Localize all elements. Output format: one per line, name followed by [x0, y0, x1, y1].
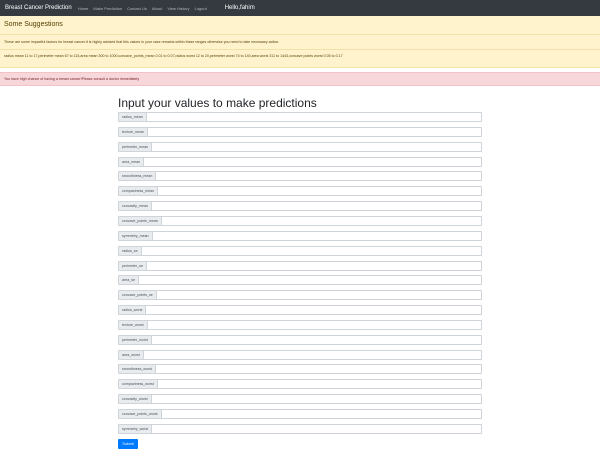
field-label: symmetry_worst — [118, 423, 153, 434]
suggestions-title: Some Suggestions — [4, 21, 63, 28]
field-concave-points-mean: concave_points_mean — [118, 215, 482, 226]
smoothness-worst-input[interactable] — [155, 364, 482, 375]
field-label: area_mean — [118, 156, 145, 167]
field-label: texture_worst — [118, 319, 148, 330]
texture-worst-input[interactable] — [147, 319, 482, 330]
symmetry-worst-input[interactable] — [152, 423, 482, 434]
concavity-worst-input[interactable] — [151, 394, 482, 405]
radius-mean-input[interactable] — [146, 112, 482, 122]
field-label: smoothness_worst — [118, 364, 156, 375]
form-title: Input your values to make predictions — [118, 96, 317, 110]
field-label: area_se — [118, 275, 139, 286]
field-radius-mean: radius_mean — [118, 112, 482, 122]
nav-about[interactable]: About — [152, 6, 162, 11]
field-concave-points-se: concave_points_se — [118, 290, 482, 301]
field-concavity-mean: concavity_mean — [118, 201, 482, 212]
field-compactness-mean: compactness_mean — [118, 186, 482, 197]
compactness-mean-input[interactable] — [158, 186, 482, 197]
field-radius-se: radius_se — [118, 245, 482, 256]
submit-button[interactable]: Submit — [118, 439, 138, 449]
field-perimeter-worst: perimeter_worst — [118, 334, 482, 345]
user-greeting: Hello,fahim — [224, 5, 255, 11]
radius-se-input[interactable] — [141, 245, 482, 256]
field-label: compactness_mean — [118, 186, 159, 197]
area-worst-input[interactable] — [143, 349, 482, 360]
nav-home[interactable]: Home — [78, 6, 89, 11]
field-texture-worst: texture_worst — [118, 319, 482, 330]
field-label: texture_mean — [118, 126, 148, 137]
smoothness-mean-input[interactable] — [156, 171, 482, 182]
radius-worst-input[interactable] — [146, 305, 482, 316]
divider — [0, 34, 600, 35]
suggestions-ranges: radius mean 11 to 17,perimeter mean 67 t… — [4, 54, 343, 58]
texture-mean-input[interactable] — [147, 126, 482, 137]
field-label: concave_points_worst — [118, 409, 162, 419]
suggestions-panel: Some Suggestions These are some impactfu… — [0, 16, 600, 68]
field-symmetry-worst: symmetry_worst — [118, 423, 482, 434]
nav-contact-us[interactable]: Contact Us — [127, 6, 147, 11]
field-label: concave_points_se — [118, 290, 157, 301]
perimeter-se-input[interactable] — [146, 260, 482, 271]
field-label: perimeter_mean — [118, 141, 153, 152]
field-label: area_worst — [118, 349, 144, 360]
field-compactness-worst: compactness_worst — [118, 379, 482, 390]
risk-alert: You have high chance of having a breast … — [0, 72, 600, 86]
concavity-mean-input[interactable] — [151, 201, 482, 212]
symmetry-mean-input[interactable] — [152, 230, 482, 241]
brand-link[interactable]: Breast Cancer Prediction — [5, 5, 72, 11]
field-label: symmetry_mean — [118, 230, 153, 241]
field-smoothness-worst: smoothness_worst — [118, 364, 482, 375]
field-label: compactness_worst — [118, 379, 158, 390]
navbar: Breast Cancer Prediction Home Make Predi… — [0, 0, 600, 16]
field-symmetry-mean: symmetry_mean — [118, 230, 482, 241]
perimeter-worst-input[interactable] — [151, 334, 482, 345]
field-concave-points-worst: concave_points_worst — [118, 409, 482, 419]
concave-points-mean-input[interactable] — [161, 215, 482, 226]
compactness-worst-input[interactable] — [157, 379, 482, 390]
field-label: radius_mean — [118, 112, 147, 122]
suggestions-intro: These are some impactful factors for bre… — [4, 40, 280, 44]
field-radius-worst: radius_worst — [118, 305, 482, 316]
nav-logout[interactable]: Logout — [194, 6, 206, 11]
nav-make-prediction[interactable]: Make Prediction — [93, 6, 122, 11]
nav-view-history[interactable]: View History — [167, 6, 189, 11]
field-area-se: area_se — [118, 275, 482, 286]
field-label: concavity_worst — [118, 394, 152, 405]
field-label: perimeter_se — [118, 260, 147, 271]
field-label: perimeter_worst — [118, 334, 152, 345]
field-perimeter-mean: perimeter_mean — [118, 141, 482, 152]
field-label: smoothness_mean — [118, 171, 157, 182]
area-se-input[interactable] — [139, 275, 482, 286]
field-area-mean: area_mean — [118, 156, 482, 167]
field-texture-mean: texture_mean — [118, 126, 482, 137]
concave-points-se-input[interactable] — [156, 290, 482, 301]
area-mean-input[interactable] — [144, 156, 482, 167]
concave-points-worst-input[interactable] — [161, 409, 482, 419]
field-perimeter-se: perimeter_se — [118, 260, 482, 271]
field-concavity-worst: concavity_worst — [118, 394, 482, 405]
field-label: concavity_mean — [118, 201, 152, 212]
field-label: radius_se — [118, 245, 142, 256]
field-label: concave_points_mean — [118, 215, 162, 226]
divider — [0, 49, 600, 50]
field-area-worst: area_worst — [118, 349, 482, 360]
risk-alert-text: You have high chance of having a breast … — [4, 77, 140, 81]
field-label: radius_worst — [118, 305, 147, 316]
field-smoothness-mean: smoothness_mean — [118, 171, 482, 182]
perimeter-mean-input[interactable] — [152, 141, 482, 152]
